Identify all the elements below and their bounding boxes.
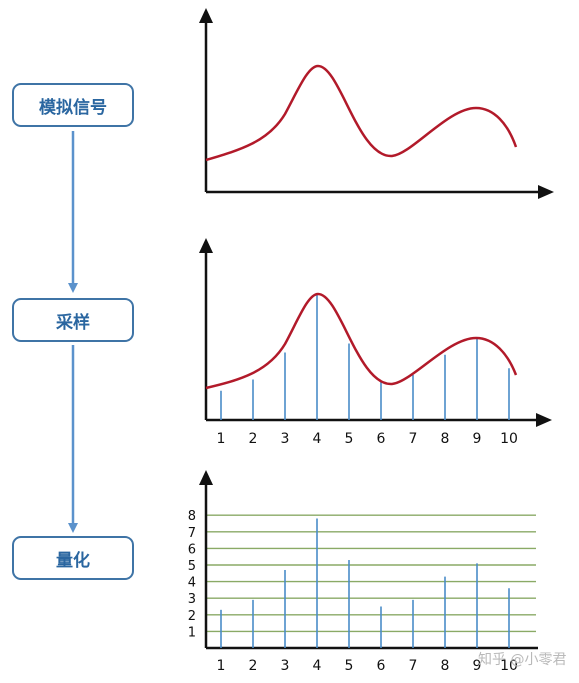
sampling-panel: 1 2 3 4 5 6 7 8 9 10 (199, 238, 552, 447)
sampling-x-tick-label: 3 (281, 431, 290, 447)
analog-y-arrow (199, 8, 213, 23)
quant-x-tick-label: 1 (217, 658, 226, 674)
sampling-x-tick-label: 2 (249, 431, 258, 447)
quant-y-arrow (199, 470, 213, 485)
stage-quantization-label: 量化 (56, 550, 90, 571)
sampling-x-tick-label: 4 (313, 431, 322, 447)
stage-analog-signal: 模拟信号 (12, 83, 134, 127)
sampling-x-tick-label: 6 (377, 431, 386, 447)
quant-y-tick-label: 5 (188, 559, 196, 574)
quant-y-tick-label: 2 (188, 609, 196, 624)
quant-x-tick-label: 8 (441, 658, 450, 674)
analog-x-arrow (538, 185, 554, 199)
quant-y-tick-label: 1 (188, 625, 196, 640)
sampling-curve (205, 292, 518, 390)
sampling-x-tick-label: 1 (217, 431, 226, 447)
stage-sampling-label: 采样 (56, 312, 90, 333)
quantization-panel: 12345678 1 2 3 4 5 6 7 8 9 10 (188, 470, 538, 674)
quant-x-tick-label: 6 (377, 658, 386, 674)
sampling-x-tick-label: 7 (409, 431, 418, 447)
quant-y-tick-label: 7 (188, 526, 196, 541)
watermark: 知乎 @小零君 (478, 652, 567, 668)
analog-panel (199, 8, 554, 199)
sampling-x-tick-label: 10 (500, 431, 518, 447)
quant-x-tick-label: 4 (313, 658, 322, 674)
quant-y-tick-label: 3 (188, 592, 196, 607)
sampling-x-arrow (536, 413, 552, 427)
analog-curve (205, 64, 518, 162)
quant-y-tick-label: 4 (188, 576, 196, 591)
quant-x-tick-label: 3 (281, 658, 290, 674)
stage-quantization: 量化 (12, 536, 134, 580)
sampling-x-tick-label: 8 (441, 431, 450, 447)
quant-x-tick-label: 2 (249, 658, 258, 674)
sampling-x-tick-label: 9 (473, 431, 482, 447)
sampling-y-arrow (199, 238, 213, 253)
stage-analog-signal-label: 模拟信号 (39, 97, 107, 118)
quant-y-tick-label: 8 (188, 509, 196, 524)
quant-x-tick-label: 5 (345, 658, 354, 674)
stage-sampling: 采样 (12, 298, 134, 342)
quant-x-tick-label: 7 (409, 658, 418, 674)
sampling-x-tick-label: 5 (345, 431, 354, 447)
quant-y-tick-label: 6 (188, 542, 196, 557)
